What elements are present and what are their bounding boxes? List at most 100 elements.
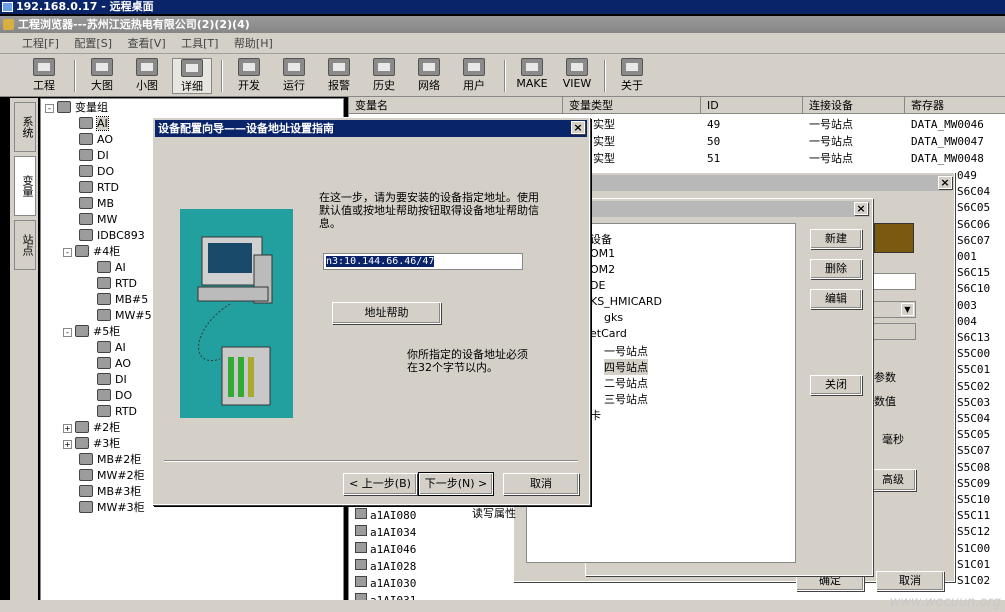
list-item[interactable]: 卡 bbox=[590, 407, 601, 423]
menu-file[interactable]: 工程[F] bbox=[22, 37, 59, 50]
tree-item[interactable]: AI bbox=[97, 340, 126, 356]
close-icon[interactable]: × bbox=[571, 121, 585, 134]
menu-tools[interactable]: 工具[T] bbox=[181, 37, 218, 50]
folder-icon bbox=[97, 341, 111, 353]
variable-icon bbox=[355, 576, 367, 587]
close-icon[interactable]: × bbox=[854, 202, 868, 215]
tree-item[interactable]: AI bbox=[79, 116, 109, 132]
tree-item[interactable]: - #5柜 bbox=[63, 324, 120, 340]
col-header-type[interactable]: 变量类型 bbox=[563, 97, 701, 114]
tree-item[interactable]: RTD bbox=[79, 180, 119, 196]
advanced-button[interactable]: 高级 bbox=[870, 469, 916, 491]
toolbar-separator bbox=[504, 60, 506, 92]
tree-item[interactable]: DI bbox=[97, 372, 127, 388]
tree-item[interactable]: IDBC893 bbox=[79, 228, 145, 244]
list-item[interactable]: 设备 bbox=[590, 231, 612, 247]
cancel-button[interactable]: 取消 bbox=[876, 571, 944, 591]
device-image-icon bbox=[874, 223, 914, 253]
collapse-icon[interactable]: - bbox=[63, 328, 72, 337]
folder-icon bbox=[79, 213, 93, 225]
horizontal-scrollbar[interactable] bbox=[0, 600, 1005, 612]
toolbar-project-button[interactable]: 工程 bbox=[24, 58, 64, 94]
expand-icon[interactable]: + bbox=[63, 424, 72, 433]
tree-item[interactable]: DI bbox=[79, 148, 109, 164]
list-item[interactable]: DE bbox=[590, 279, 605, 292]
device-address-input[interactable]: n3:10.144.66.46/47 bbox=[323, 253, 523, 270]
tree-item[interactable]: + #2柜 bbox=[63, 420, 120, 436]
delete-button[interactable]: 删除 bbox=[810, 259, 862, 279]
tree-item[interactable]: DO bbox=[97, 388, 132, 404]
col-header-device[interactable]: 连接设备 bbox=[803, 97, 905, 114]
tree-item[interactable]: MB bbox=[79, 196, 114, 212]
edit-button[interactable]: 编辑 bbox=[810, 289, 862, 309]
toolbar-alarm-button[interactable]: 报警 bbox=[319, 58, 359, 94]
address-help-button[interactable]: 地址帮助 bbox=[332, 302, 441, 324]
new-button[interactable]: 新建 bbox=[810, 229, 862, 249]
toolbar-network-button[interactable]: 网络 bbox=[409, 58, 449, 94]
register-cell: 003 bbox=[957, 298, 977, 312]
back-button[interactable]: < 上一步(B) bbox=[343, 473, 417, 495]
col-header-register[interactable]: 寄存器 bbox=[905, 97, 1005, 114]
menu-config[interactable]: 配置[S] bbox=[74, 37, 112, 50]
tab-stations[interactable]: 站点 bbox=[14, 220, 36, 270]
col-header-name[interactable]: 变量名 bbox=[349, 97, 563, 114]
text-field[interactable] bbox=[872, 273, 916, 290]
toolbar-large-icon-button[interactable]: 大图 bbox=[82, 58, 122, 94]
collapse-icon[interactable]: - bbox=[63, 248, 72, 257]
list-item[interactable]: 二号站点 bbox=[604, 375, 648, 391]
tree-item[interactable]: AI bbox=[97, 260, 126, 276]
toolbar-history-button[interactable]: 历史 bbox=[364, 58, 404, 94]
menu-bar: 工程[F] 配置[S] 查看[V] 工具[T] 帮助[H] bbox=[0, 33, 1005, 54]
tree-item[interactable]: MW#3柜 bbox=[79, 500, 145, 516]
toolbar-user-button[interactable]: 用户 bbox=[454, 58, 494, 94]
toolbar-run-button[interactable]: 运行 bbox=[274, 58, 314, 94]
list-item-selected[interactable]: 四号站点 bbox=[604, 359, 648, 375]
tree-item[interactable]: RTD bbox=[97, 404, 137, 420]
tree-item[interactable]: + #3柜 bbox=[63, 436, 120, 452]
next-button[interactable]: 下一步(N) > bbox=[418, 472, 494, 496]
tab-system[interactable]: 系统 bbox=[14, 102, 36, 152]
list-item[interactable]: gks bbox=[604, 311, 623, 324]
toolbar-detail-button[interactable]: 详细 bbox=[172, 58, 212, 94]
tree-item[interactable]: MB#3柜 bbox=[79, 484, 141, 500]
tree-item[interactable]: - 变量组 bbox=[45, 100, 108, 116]
folder-icon bbox=[57, 101, 71, 113]
cancel-button[interactable]: 取消 bbox=[503, 473, 579, 495]
toolbar-make-button[interactable]: MAKE bbox=[512, 58, 552, 94]
list-item[interactable]: KS_HMICARD bbox=[590, 295, 662, 308]
folder-icon bbox=[75, 437, 89, 449]
tree-item[interactable]: MW bbox=[79, 212, 117, 228]
col-header-id[interactable]: ID bbox=[701, 97, 803, 114]
close-button[interactable]: 关闭 bbox=[810, 375, 862, 395]
collapse-icon[interactable]: - bbox=[45, 104, 54, 113]
register-cell: S5C04 bbox=[957, 412, 991, 425]
tree-item[interactable]: - #4柜 bbox=[63, 244, 120, 260]
list-item[interactable]: 三号站点 bbox=[604, 391, 648, 407]
menu-help[interactable]: 帮助[H] bbox=[234, 37, 273, 50]
list-item[interactable]: 一号站点 bbox=[604, 343, 648, 359]
text-field[interactable] bbox=[872, 323, 916, 340]
dropdown[interactable]: ▼ bbox=[872, 301, 916, 318]
menu-view[interactable]: 查看[V] bbox=[128, 37, 166, 50]
toolbar-develop-button[interactable]: 开发 bbox=[229, 58, 269, 94]
tree-item[interactable]: AO bbox=[97, 356, 131, 372]
tree-item[interactable]: RTD bbox=[97, 276, 137, 292]
list-item[interactable]: OM1 bbox=[590, 247, 615, 260]
toolbar-small-icon-button[interactable]: 小图 bbox=[127, 58, 167, 94]
close-icon[interactable]: × bbox=[938, 176, 952, 189]
folder-icon bbox=[79, 485, 93, 497]
expand-icon[interactable]: + bbox=[63, 440, 72, 449]
tree-item[interactable]: MB#2柜 bbox=[79, 452, 141, 468]
list-item[interactable]: etCard bbox=[590, 327, 627, 340]
tree-item[interactable]: DO bbox=[79, 164, 114, 180]
toolbar-view-button[interactable]: VIEW bbox=[557, 58, 597, 94]
list-item[interactable]: OM2 bbox=[590, 263, 615, 276]
tree-item[interactable]: MW#5 bbox=[97, 308, 152, 324]
tree-item[interactable]: AO bbox=[79, 132, 113, 148]
project-icon bbox=[33, 58, 55, 76]
tree-item[interactable]: MB#5 bbox=[97, 292, 148, 308]
divider bbox=[164, 460, 578, 462]
tree-item[interactable]: MW#2柜 bbox=[79, 468, 145, 484]
tab-variables[interactable]: 变量 bbox=[14, 156, 36, 216]
toolbar-about-button[interactable]: 关于 bbox=[612, 58, 652, 94]
